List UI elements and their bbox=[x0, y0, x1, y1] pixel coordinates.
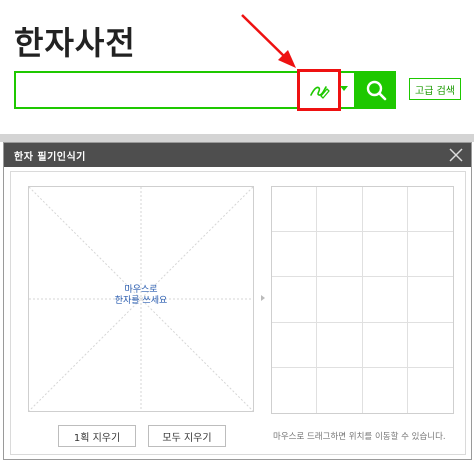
candidate-cell[interactable] bbox=[317, 367, 363, 413]
pad-hint: 마우스로 한자를 쓰세요 bbox=[29, 285, 253, 307]
clear-all-button[interactable]: 모두 지우기 bbox=[148, 425, 226, 447]
candidate-cell[interactable] bbox=[317, 322, 363, 368]
annotation-arrow bbox=[241, 14, 296, 68]
candidate-cell[interactable] bbox=[362, 232, 408, 278]
pad-hint-line: 마우스로 bbox=[124, 285, 158, 295]
candidate-cell[interactable] bbox=[272, 277, 318, 323]
candidate-cell[interactable] bbox=[272, 367, 318, 413]
pad-hint-line: 한자를 쓰세요 bbox=[114, 296, 168, 306]
candidate-cell[interactable] bbox=[362, 367, 408, 413]
dialog-title: 한자 필기인식기 bbox=[14, 152, 86, 163]
caret-right-icon bbox=[261, 295, 265, 301]
candidate-cell[interactable] bbox=[317, 277, 363, 323]
candidate-cell[interactable] bbox=[272, 322, 318, 368]
close-icon[interactable] bbox=[448, 147, 464, 163]
candidate-cell[interactable] bbox=[272, 232, 318, 278]
candidate-cell[interactable] bbox=[317, 232, 363, 278]
candidate-cell[interactable] bbox=[362, 277, 408, 323]
dialog-header[interactable]: 한자 필기인식기 bbox=[4, 143, 471, 167]
clear-one-stroke-button[interactable]: 1획 지우기 bbox=[58, 425, 136, 447]
candidate-cell[interactable] bbox=[407, 322, 453, 368]
candidate-cell[interactable] bbox=[362, 187, 408, 233]
candidate-cell[interactable] bbox=[407, 187, 453, 233]
candidate-cell[interactable] bbox=[362, 322, 408, 368]
dialog-body: 마우스로 한자를 쓰세요 1획 지우기 모두 지우기 마우스로 드래그하면 위치… bbox=[10, 171, 466, 455]
drawing-pad[interactable]: 마우스로 한자를 쓰세요 bbox=[28, 186, 254, 412]
candidate-cell[interactable] bbox=[407, 277, 453, 323]
drag-hint: 마우스로 드래그하면 위치를 이동할 수 있습니다. bbox=[273, 432, 446, 442]
handwriting-dialog: 한자 필기인식기 마우스로 한자를 쓰세요 1획 지우기 모두 지우기 마우스로… bbox=[3, 142, 472, 460]
search-header: 한자사전 고급 검색 bbox=[0, 0, 474, 134]
candidate-cell[interactable] bbox=[317, 187, 363, 233]
candidate-grid bbox=[271, 186, 454, 414]
candidate-cell[interactable] bbox=[407, 232, 453, 278]
candidate-cell[interactable] bbox=[407, 367, 453, 413]
section-divider bbox=[0, 134, 474, 142]
candidate-cell[interactable] bbox=[272, 187, 318, 233]
